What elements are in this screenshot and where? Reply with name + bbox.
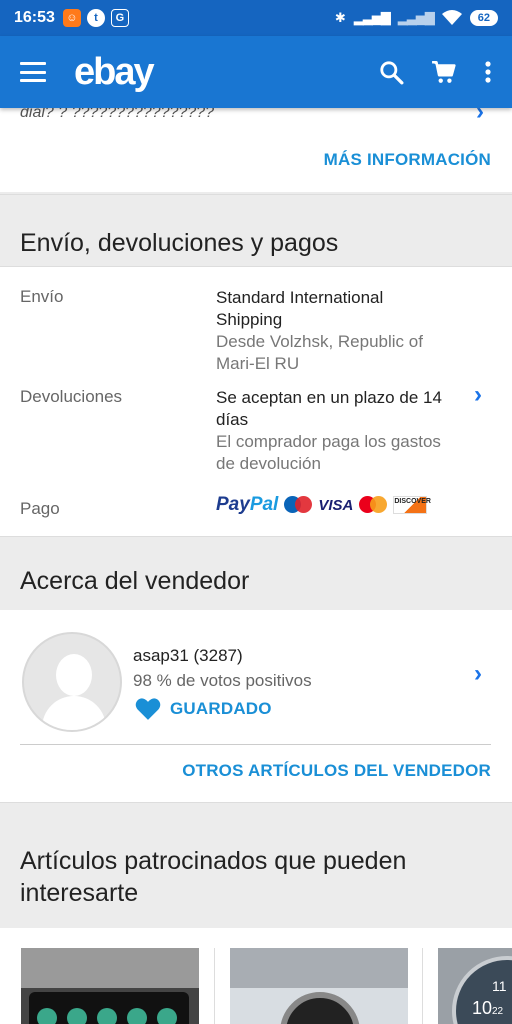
sponsored-title-line-2: interesarte	[20, 879, 139, 907]
notification-translate-icon: G	[110, 9, 129, 27]
previous-section-text: dial? ? ????????????????	[20, 108, 214, 121]
maestro-logo	[284, 496, 313, 514]
sponsored-item-3-dial-a: 11	[492, 978, 507, 994]
mastercard-logo	[359, 496, 388, 514]
seller-avatar[interactable]	[22, 632, 122, 732]
menu-icon[interactable]	[20, 62, 46, 82]
returns-chevron-icon[interactable]: ›	[474, 381, 482, 409]
saved-seller-label[interactable]: GUARDADO	[170, 699, 272, 719]
bluetooth-icon: ✱	[334, 10, 346, 25]
signal-icon: ▂▃▅▇	[353, 10, 391, 25]
visa-logo: VISA	[318, 496, 354, 514]
notification-app-icon: ☺	[62, 9, 81, 27]
seller-other-items-link[interactable]: OTROS ARTÍCULOS DEL VENDEDOR	[182, 761, 491, 781]
seller-feedback: 98 % de votos positivos	[133, 671, 312, 690]
shipping-card: Envío Standard International Shipping De…	[0, 266, 512, 536]
wifi-icon	[441, 10, 462, 25]
shipping-method-2: Shipping	[216, 310, 283, 329]
status-time: 16:53	[14, 9, 55, 26]
shipping-row: Envío Standard International Shipping De…	[0, 287, 512, 375]
returns-policy: Se aceptan en un plazo de 14	[216, 388, 442, 407]
shipping-label: Envío	[20, 287, 64, 306]
search-icon[interactable]	[378, 59, 404, 85]
sponsored-carousel[interactable]: 11 10 22	[0, 928, 512, 1024]
sponsored-item-3-dial-c: 22	[492, 1006, 504, 1017]
returns-label: Devoluciones	[20, 387, 123, 406]
paypal-logo: PayPal	[216, 494, 279, 515]
carousel-divider-1	[214, 948, 215, 1024]
payment-row: Pago PayPal VISA DISCOVER	[0, 491, 512, 519]
more-info-link[interactable]: MÁS INFORMACIÓN	[324, 150, 491, 170]
sponsored-section-title: Artículos patrocinados que pueden intere…	[0, 845, 426, 909]
more-options-icon[interactable]	[484, 60, 492, 84]
seller-divider	[20, 744, 491, 745]
cart-icon[interactable]	[430, 59, 458, 85]
sponsored-item-1-image[interactable]	[21, 948, 199, 1024]
heart-icon[interactable]	[134, 697, 162, 721]
seller-summary[interactable]: asap31 (3287) 98 % de votos positivos GU…	[0, 610, 512, 744]
battery-indicator: 62	[469, 10, 498, 26]
seller-section-title: Acerca del vendedor	[20, 567, 250, 595]
seller-chevron-icon[interactable]: ›	[474, 660, 482, 688]
status-bar: 16:53 ☺ t G ✱ ▂▃▅▇ ▂▃▅▇ 62	[0, 0, 512, 36]
shipping-method: Standard International	[216, 288, 384, 307]
carousel-divider-2	[422, 948, 423, 1024]
chevron-right-icon[interactable]: ›	[476, 108, 484, 126]
returns-policy-2: días	[216, 410, 249, 429]
shipping-origin: Desde Volzhsk, Republic of	[216, 332, 423, 351]
notification-t-icon: t	[86, 9, 105, 27]
item-detail-content[interactable]: dial? ? ???????????????? › MÁS INFORMACI…	[0, 108, 512, 1024]
payment-label: Pago	[20, 499, 60, 518]
signal-2-icon: ▂▃▅▇	[397, 10, 435, 25]
previous-section-card: dial? ? ???????????????? › MÁS INFORMACI…	[0, 108, 512, 192]
ebay-logo[interactable]: ebay	[74, 51, 155, 94]
sponsored-title-line-1: Artículos patrocinados que pueden	[20, 847, 407, 875]
returns-row[interactable]: Devoluciones Se aceptan en un plazo de 1…	[0, 381, 512, 475]
seller-card: asap31 (3287) 98 % de votos positivos GU…	[0, 610, 512, 802]
discover-logo: DISCOVER	[393, 496, 431, 514]
sponsored-item-2-image[interactable]	[230, 948, 408, 1024]
payment-logos: PayPal VISA DISCOVER	[216, 494, 431, 516]
seller-name[interactable]: asap31 (3287)	[133, 646, 243, 666]
returns-cost: El comprador paga los gastos	[216, 432, 441, 451]
shipping-origin-2: Mari-El RU	[216, 354, 300, 373]
returns-cost-2: de devolución	[216, 454, 321, 473]
shipping-section-title: Envío, devoluciones y pagos	[20, 229, 339, 257]
sponsored-section-header: Artículos patrocinados que pueden intere…	[0, 802, 512, 928]
sponsored-item-3-dial-b: 10	[472, 998, 493, 1018]
app-bar: ebay	[0, 36, 512, 108]
sponsored-item-3-image[interactable]: 11 10 22	[438, 948, 512, 1024]
seller-section-header: Acerca del vendedor	[0, 536, 512, 610]
shipping-section-header: Envío, devoluciones y pagos	[0, 194, 512, 266]
